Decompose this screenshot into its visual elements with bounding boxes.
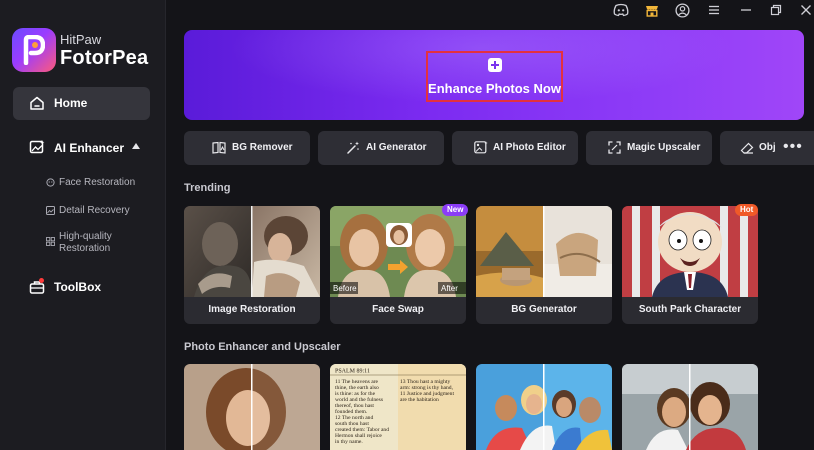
image-enhance-icon	[29, 140, 45, 154]
object-remover-label: Obj	[759, 142, 776, 153]
menu-icon[interactable]	[707, 3, 721, 17]
card-face-swap[interactable]: Before After Face Swap	[330, 206, 466, 324]
upscale-icon	[608, 141, 621, 154]
photo-editor-icon	[474, 141, 488, 154]
sidebar: HitPaw FotorPea Home AI Enhancer Face Re…	[0, 0, 166, 450]
south-park-thumbnail	[622, 206, 758, 297]
sidebar-item-label: AI Enhancer	[54, 141, 125, 155]
enhance-photos-label: Enhance Photos Now	[428, 81, 561, 96]
psalm-line: is thine: as for the	[335, 390, 376, 397]
text-enhance-thumbnail: PSALM 89:11 11 The heavens are thine, th…	[330, 364, 466, 450]
image-icon	[46, 206, 55, 215]
trending-title: Trending	[184, 182, 231, 194]
ai-photo-editor-label: AI Photo Editor	[493, 142, 566, 153]
psalm-line: world and the fulness	[335, 396, 383, 403]
card-text-enhance[interactable]: PSALM 89:11 11 The heavens are thine, th…	[330, 364, 466, 450]
ai-generator-button[interactable]: AI Generator	[318, 131, 444, 165]
card-label: South Park Character	[638, 304, 742, 315]
after-label: After	[441, 284, 458, 293]
before-label: Before	[333, 284, 357, 293]
card-label: Image Restoration	[208, 304, 296, 315]
sidebar-subitem-label: High-quality Restoration	[59, 231, 112, 254]
card-bg-generator[interactable]: BG Generator	[476, 206, 612, 324]
bg-generator-thumbnail	[476, 206, 612, 297]
eraser-icon	[740, 142, 754, 154]
card-group-enhance[interactable]	[476, 364, 612, 450]
enhance-photos-button[interactable]: Enhance Photos Now	[426, 51, 563, 102]
more-tools-icon[interactable]: •••	[783, 139, 803, 155]
portrait-enhance-thumbnail	[184, 364, 320, 450]
face-swap-thumbnail: Before After	[330, 206, 466, 297]
card-couple-enhance[interactable]	[622, 364, 758, 450]
psalm-line: founded them.	[335, 408, 368, 415]
shop-icon[interactable]	[644, 3, 660, 17]
sidebar-item-home[interactable]: Home	[13, 87, 150, 120]
notification-dot	[39, 278, 44, 283]
psalm-line: in thy name.	[335, 439, 363, 445]
ai-photo-editor-button[interactable]: AI Photo Editor	[452, 131, 578, 165]
image-restoration-thumbnail	[184, 206, 320, 297]
card-label: Face Swap	[372, 304, 424, 315]
account-icon[interactable]	[675, 3, 690, 18]
hot-badge: Hot	[735, 204, 759, 216]
minimize-icon[interactable]	[739, 3, 753, 17]
magic-wand-icon	[347, 141, 359, 154]
sidebar-item-label: ToolBox	[54, 280, 102, 294]
app-logo	[12, 28, 56, 72]
magic-upscaler-label: Magic Upscaler	[627, 142, 701, 153]
plus-icon	[488, 58, 502, 72]
sidebar-item-label: Home	[54, 96, 88, 110]
card-image-restoration[interactable]: Image Restoration	[184, 206, 320, 324]
home-icon	[30, 96, 44, 110]
couple-enhance-thumbnail	[622, 364, 758, 450]
sidebar-item-ai-enhancer[interactable]: AI Enhancer	[13, 132, 150, 162]
psalm-line: are the habitation	[400, 397, 439, 403]
face-icon	[46, 178, 55, 187]
grid-icon	[46, 237, 55, 246]
ai-generator-label: AI Generator	[366, 142, 427, 153]
card-portrait-enhance[interactable]	[184, 364, 320, 450]
bg-remover-button[interactable]: BG Remover	[184, 131, 310, 165]
card-label: BG Generator	[511, 304, 577, 315]
close-icon[interactable]	[799, 3, 813, 17]
sidebar-subitem-label: Detail Recovery	[59, 205, 130, 216]
group-enhance-thumbnail	[476, 364, 612, 450]
sidebar-subitem-label: Face Restoration	[59, 177, 136, 188]
card-south-park-character[interactable]: South Park Character	[622, 206, 758, 324]
restore-icon[interactable]	[769, 3, 783, 17]
discord-icon[interactable]	[613, 3, 629, 17]
logo-p-icon	[23, 35, 45, 65]
magic-upscaler-button[interactable]: Magic Upscaler	[586, 131, 712, 165]
sidebar-item-toolbox[interactable]: ToolBox	[13, 272, 150, 300]
enhancer-section-title: Photo Enhancer and Upscaler	[184, 341, 341, 353]
brand-name: FotorPea	[60, 47, 149, 69]
bg-remover-label: BG Remover	[232, 142, 293, 153]
bg-remover-icon	[212, 141, 226, 154]
psalm-title: PSALM 89:11	[335, 369, 370, 375]
psalm-line: thereof, thou hast	[335, 402, 374, 409]
collapse-caret-icon[interactable]	[132, 143, 140, 149]
new-badge: New	[442, 204, 469, 216]
brand-small: HitPaw	[60, 32, 102, 47]
